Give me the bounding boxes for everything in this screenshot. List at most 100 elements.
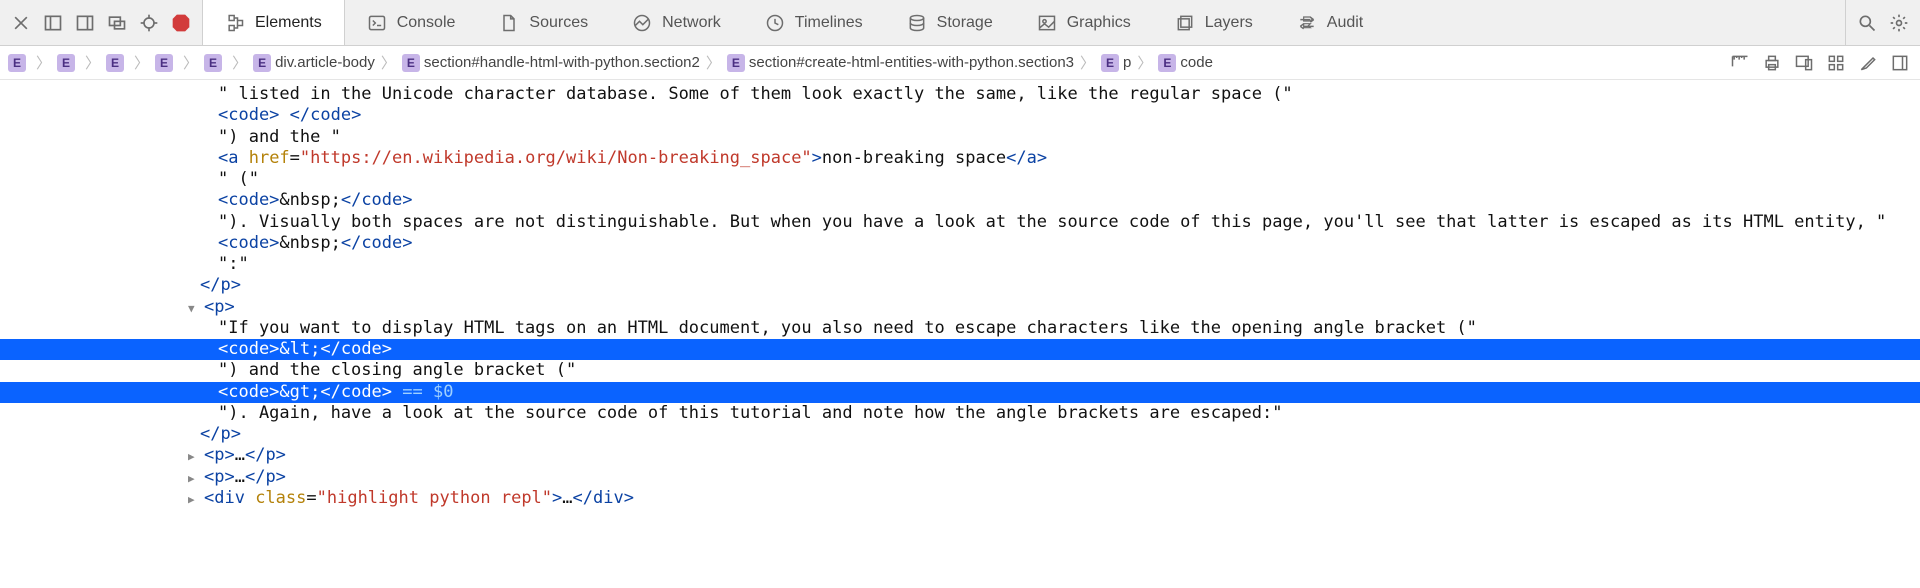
- chevron-right-icon: 〉: [36, 52, 51, 73]
- breadcrumb: E 〉 E 〉 E 〉 E 〉 E 〉 E div.article-body 〉…: [8, 52, 1716, 73]
- element-badge-icon: E: [204, 54, 222, 72]
- dom-tree[interactable]: " listed in the Unicode character databa…: [0, 80, 1920, 509]
- text: "). Visually both spaces are not disting…: [218, 212, 1886, 232]
- tab-layers[interactable]: Layers: [1153, 0, 1275, 45]
- dom-text-node[interactable]: ") and the closing angle bracket (": [0, 360, 1920, 381]
- disclosure-triangle-icon[interactable]: [188, 297, 200, 318]
- close-icon[interactable]: [8, 10, 34, 36]
- dom-node-p[interactable]: <p>: [0, 297, 1920, 318]
- chevron-right-icon: 〉: [134, 52, 149, 73]
- crumb[interactable]: E: [106, 54, 128, 72]
- element-badge-icon: E: [8, 54, 26, 72]
- dom-node-div-collapsed[interactable]: <div class="highlight python repl">…</di…: [0, 488, 1920, 509]
- dom-node-code[interactable]: <code>&nbsp;</code>: [0, 190, 1920, 211]
- open-tag: <p>: [204, 445, 235, 465]
- text: ") and the closing angle bracket (": [218, 360, 576, 380]
- crumb-label: section#handle-html-with-python.section2: [424, 54, 700, 71]
- brush-icon[interactable]: [1856, 51, 1880, 75]
- tab-audit[interactable]: Audit: [1275, 0, 1385, 45]
- dom-node-code[interactable]: <code> </code>: [0, 105, 1920, 126]
- left-panel-icon[interactable]: [40, 10, 66, 36]
- text: ":": [218, 254, 249, 274]
- devtools-tabbar: Elements Console Sources Network Timelin…: [0, 0, 1920, 46]
- disclosure-triangle-icon[interactable]: [188, 488, 200, 509]
- crumb[interactable]: E: [155, 54, 177, 72]
- crumb[interactable]: E p: [1101, 54, 1131, 72]
- tab-timelines[interactable]: Timelines: [743, 0, 885, 45]
- crumb[interactable]: E section#create-html-entities-with-pyth…: [727, 54, 1074, 72]
- grid-icon[interactable]: [1824, 51, 1848, 75]
- crumb[interactable]: E section#handle-html-with-python.sectio…: [402, 54, 700, 72]
- dom-text-node[interactable]: "). Visually both spaces are not disting…: [0, 212, 1920, 233]
- dom-text-node[interactable]: " listed in the Unicode character databa…: [0, 84, 1920, 105]
- text: [279, 105, 289, 125]
- gear-icon[interactable]: [1886, 10, 1912, 36]
- tab-label: Console: [397, 14, 456, 32]
- print-icon[interactable]: [1760, 51, 1784, 75]
- dom-text-node[interactable]: ":": [0, 254, 1920, 275]
- open-tag: <code>: [218, 339, 279, 359]
- chevron-right-icon: 〉: [183, 52, 198, 73]
- tab-label: Sources: [529, 14, 588, 32]
- tab-console[interactable]: Console: [345, 0, 478, 45]
- dom-node-p-collapsed[interactable]: <p>…</p>: [0, 445, 1920, 466]
- text: " listed in the Unicode character databa…: [218, 84, 1293, 104]
- close-tag: </p>: [245, 467, 286, 487]
- dom-node-a[interactable]: <a href="https://en.wikipedia.org/wiki/N…: [0, 148, 1920, 169]
- close-tag: </code>: [290, 105, 362, 125]
- crumb[interactable]: E: [204, 54, 226, 72]
- close-tag: </code>: [341, 190, 413, 210]
- dom-node-code-selected[interactable]: <code>&lt;</code>: [0, 339, 1920, 360]
- chevron-right-icon: 〉: [381, 52, 396, 73]
- close-bracket: >: [552, 488, 562, 508]
- ruler-icon[interactable]: [1728, 51, 1752, 75]
- target-icon[interactable]: [136, 10, 162, 36]
- tab-storage[interactable]: Storage: [885, 0, 1015, 45]
- dom-close-p[interactable]: </p>: [0, 275, 1920, 296]
- close-tag: </p>: [245, 445, 286, 465]
- pathbar-tools: [1716, 51, 1912, 75]
- tabs: Elements Console Sources Network Timelin…: [202, 0, 1845, 45]
- disclosure-triangle-icon[interactable]: [188, 445, 200, 466]
- close-tag: </p>: [200, 424, 241, 444]
- element-badge-icon: E: [1101, 54, 1119, 72]
- dom-text-node[interactable]: "). Again, have a look at the source cod…: [0, 403, 1920, 424]
- dom-node-p-collapsed[interactable]: <p>…</p>: [0, 467, 1920, 488]
- crumb[interactable]: E div.article-body: [253, 54, 375, 72]
- text: ") and the ": [218, 127, 341, 147]
- tab-elements[interactable]: Elements: [202, 0, 345, 45]
- crumb[interactable]: E code: [1158, 54, 1213, 72]
- tab-label: Layers: [1205, 14, 1253, 32]
- dom-node-code-selected[interactable]: <code>&gt;</code> == $0: [0, 382, 1920, 403]
- stop-icon[interactable]: [168, 10, 194, 36]
- text: " (": [218, 169, 259, 189]
- dock-icon[interactable]: [104, 10, 130, 36]
- crumb-label: code: [1180, 54, 1213, 71]
- crumb-label: p: [1123, 54, 1131, 71]
- text: &nbsp;: [279, 233, 340, 253]
- search-icon[interactable]: [1854, 10, 1880, 36]
- sidebar-toggle-icon[interactable]: [1888, 51, 1912, 75]
- dom-text-node[interactable]: ") and the ": [0, 127, 1920, 148]
- open-tag: <a: [218, 148, 249, 168]
- crumb[interactable]: E: [57, 54, 79, 72]
- disclosure-triangle-icon[interactable]: [188, 467, 200, 488]
- chevron-right-icon: 〉: [232, 52, 247, 73]
- open-tag: <div: [204, 488, 255, 508]
- dom-text-node[interactable]: "If you want to display HTML tags on an …: [0, 318, 1920, 339]
- device-icon[interactable]: [1792, 51, 1816, 75]
- dom-close-p[interactable]: </p>: [0, 424, 1920, 445]
- crumb[interactable]: E: [8, 54, 30, 72]
- chevron-right-icon: 〉: [85, 52, 100, 73]
- ellipsis: …: [235, 445, 245, 465]
- text: &gt;: [279, 382, 320, 402]
- tab-sources[interactable]: Sources: [477, 0, 610, 45]
- right-panel-icon[interactable]: [72, 10, 98, 36]
- dom-text-node[interactable]: " (": [0, 169, 1920, 190]
- tab-label: Graphics: [1067, 14, 1131, 32]
- crumb-label: section#create-html-entities-with-python…: [749, 54, 1074, 71]
- tab-graphics[interactable]: Graphics: [1015, 0, 1153, 45]
- tab-network[interactable]: Network: [610, 0, 743, 45]
- dom-node-code[interactable]: <code>&nbsp;</code>: [0, 233, 1920, 254]
- close-tag: </p>: [200, 275, 241, 295]
